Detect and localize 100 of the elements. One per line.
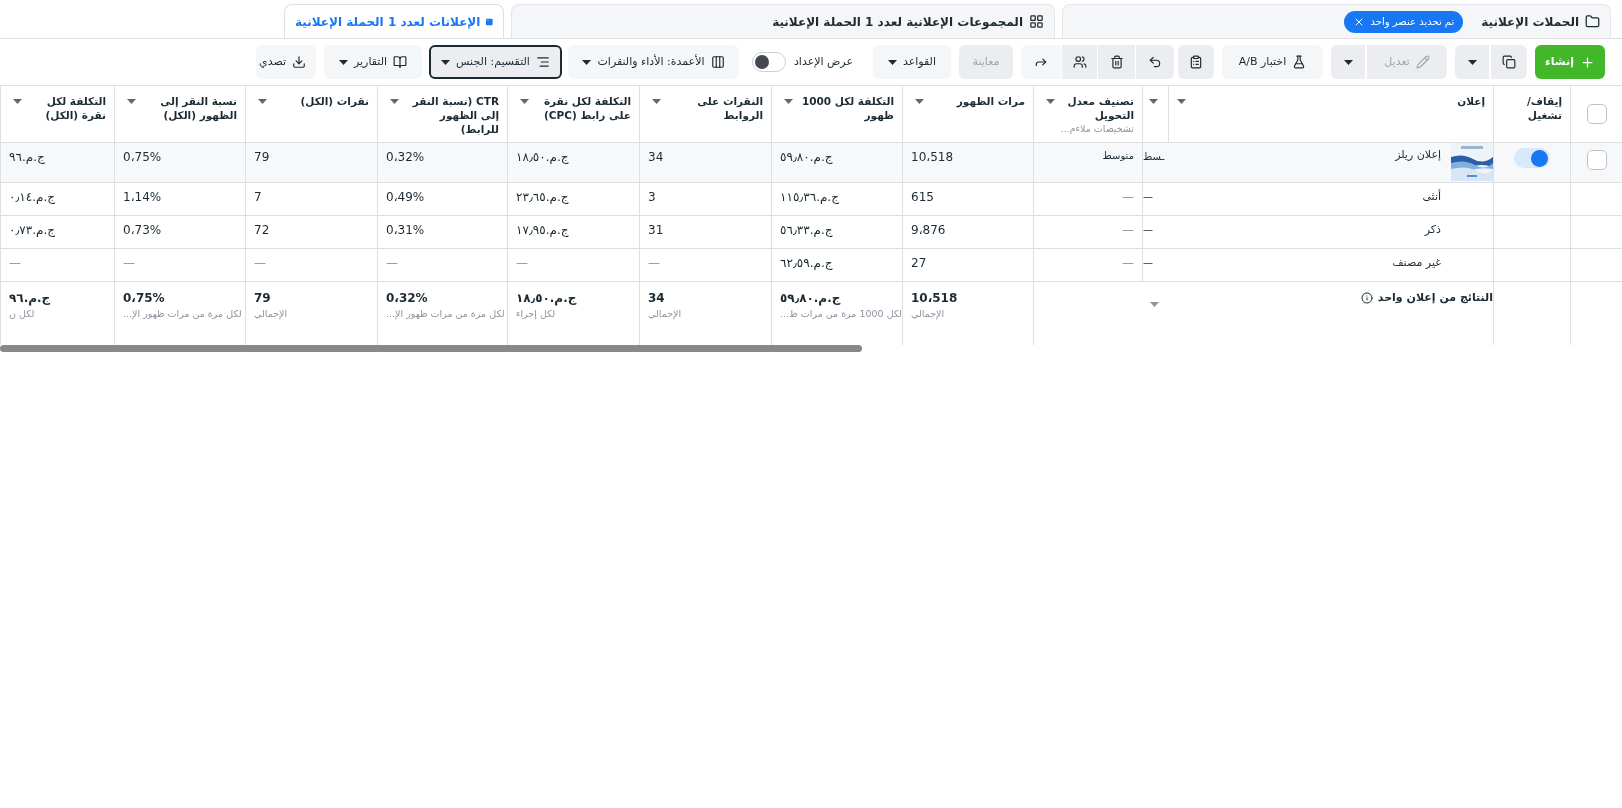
total-value: 0،32% — [386, 290, 428, 307]
totals-label: النتائج من إعلان واحد — [1377, 290, 1493, 306]
column-header[interactable]: نسبة النقر إلى الظهور (الكل) — [140, 94, 237, 122]
column-header[interactable]: إعلان — [1457, 94, 1485, 108]
setup-toggle[interactable] — [751, 52, 786, 72]
export-button[interactable]: تصدي — [256, 45, 316, 79]
status-toggle[interactable] — [1514, 148, 1550, 168]
caret-icon[interactable] — [887, 59, 897, 65]
info-icon[interactable] — [1360, 292, 1373, 305]
total-caption: الإجمالي — [648, 307, 682, 322]
table-cell-text: — — [9, 255, 21, 272]
total-value: 0،75% — [123, 290, 165, 307]
rules-button[interactable]: القواعد — [873, 45, 951, 79]
table-cell-text: 7 — [254, 189, 262, 206]
caret-icon[interactable] — [338, 59, 348, 65]
table-cell-text: 72 — [254, 222, 270, 239]
share-button[interactable] — [1021, 45, 1061, 79]
total-caption: لكل إجراء — [516, 307, 556, 321]
column-header[interactable]: CTR (نسبة النقر إلى الظهور للرابط) — [403, 94, 499, 136]
table-cell-text: 0،73% — [123, 222, 162, 239]
checkbox[interactable] — [1586, 150, 1607, 170]
scrollbar[interactable] — [0, 345, 862, 352]
tab-label: الإعلانات لعدد 1 الحملة الإعلانية — [295, 13, 481, 31]
delete-button[interactable] — [1098, 45, 1135, 79]
trash-icon — [1109, 55, 1124, 69]
column-header[interactable]: التكلفة لكل نقرة على رابط (CPC) — [533, 94, 631, 122]
row-name[interactable]: أنثى — [1422, 189, 1441, 206]
total-value: 79 — [254, 290, 271, 307]
column-header[interactable]: مرات الظهور — [956, 94, 1025, 108]
total-value: 34 — [648, 290, 665, 307]
total-caption: لكل 1000 مرة من مرات ظ... — [780, 307, 902, 321]
undo-button[interactable] — [1136, 45, 1174, 79]
column-header[interactable]: تصنيف معدل التحويل — [1059, 94, 1134, 122]
total-caption: الإجمالي — [254, 307, 288, 322]
download-icon — [292, 55, 306, 69]
row-name[interactable]: إعلان ريلز — [1395, 143, 1441, 164]
columns-button[interactable]: الأعمدة: الأداء والنقرات — [568, 45, 739, 79]
checkbox[interactable] — [1586, 104, 1607, 124]
toggle-label: عرض الإعداد — [793, 53, 853, 70]
table-cell-text: 9،876 — [911, 222, 946, 239]
table-cell-text: ج.م.٠٫٧٣ — [9, 222, 56, 239]
tab[interactable]: الإعلانات لعدد 1 الحملة الإعلانية — [284, 4, 504, 38]
tab-label: المجموعات الإعلانية لعدد 1 الحملة الإعلانية — [772, 13, 1023, 31]
caret-icon[interactable] — [582, 59, 592, 65]
people-button[interactable] — [1062, 45, 1097, 79]
column-header[interactable]: التكلفة لكل 1000 ظهور — [797, 94, 894, 122]
copy-icon — [1502, 55, 1516, 69]
people-icon — [1072, 55, 1087, 69]
tab[interactable]: الحملات الإعلانية تم تحديد عنصر واحد — [1062, 4, 1611, 38]
total-value: ج.م.١٨٫٥٠ — [516, 290, 577, 307]
columns-icon — [710, 55, 725, 69]
table-cell-text: — — [254, 255, 266, 272]
table-cell-text: ج.م.١٧٫٩٥ — [516, 222, 569, 239]
table-cell-text: ج.م.١١٥٫٣٦ — [780, 189, 839, 206]
total-value: ج.م.٥٩٫٨٠ — [780, 290, 841, 307]
total-caption: الإجمالي — [911, 307, 945, 322]
column-header[interactable]: إيقاف/ تشغيل — [1502, 94, 1562, 122]
clipboard-button[interactable] — [1178, 45, 1214, 79]
table-cell-text: 615 — [911, 189, 934, 206]
tab[interactable]: المجموعات الإعلانية لعدد 1 الحملة الإعلانية — [511, 4, 1055, 38]
selection-badge: تم تحديد عنصر واحد — [1343, 10, 1464, 33]
caret-icon[interactable] — [1343, 59, 1353, 65]
row-name[interactable]: غير مصنف — [1392, 255, 1441, 272]
table-cell-text: 31 — [648, 222, 664, 239]
column-header[interactable]: النقرات على الروابط — [665, 94, 763, 122]
table-cell-text: 0،75% — [123, 149, 162, 166]
table-cell-text: 0،31% — [386, 222, 425, 239]
pencil-icon — [1415, 55, 1430, 69]
table-cell-text: ـسط — [1143, 150, 1165, 164]
table-cell-text: ج.م.٢٣٫٦٥ — [516, 189, 569, 206]
table-cell-text: — — [1143, 190, 1153, 204]
row-name[interactable]: ذكر — [1424, 222, 1441, 239]
table-cell-text: — — [1143, 223, 1153, 237]
breakdown-button[interactable]: التقسيم: الجنس — [429, 45, 562, 79]
column-header[interactable]: التكلفة لكل نقرة (الكل) — [26, 94, 106, 122]
undo-icon — [1148, 55, 1162, 69]
share-icon — [1034, 55, 1048, 69]
column-header[interactable]: نقرات (الكل) — [300, 94, 369, 108]
table-cell-text: — — [516, 255, 528, 272]
table-cell-text: 34 — [648, 149, 664, 166]
caret-icon[interactable] — [441, 59, 451, 65]
table-cell-text: — — [1122, 189, 1134, 206]
grid-icon — [1029, 14, 1044, 29]
ab-test-button[interactable]: اختبار A/B — [1222, 45, 1323, 79]
caret-icon[interactable] — [1467, 59, 1477, 65]
flask-icon — [1292, 55, 1307, 69]
reports-icon — [393, 55, 408, 69]
table-cell-text: — — [1122, 255, 1134, 272]
duplicate-button[interactable] — [1491, 45, 1527, 79]
table-cell-text: ج.م.٩٦ — [9, 149, 45, 166]
table-cell-text: 0،32% — [386, 149, 425, 166]
table-cell-text: ج.م.٥٦٫٣٣ — [780, 222, 833, 239]
table-cell-text: — — [386, 255, 398, 272]
table-cell-text: ج.م.٦٢٫٥٩ — [780, 255, 833, 272]
total-caption: لكل مرة من مرات ظهور الإ... — [123, 307, 242, 322]
column-subtitle: تشخيصات ملاءم... — [1059, 122, 1134, 136]
reports-button[interactable]: التقارير — [324, 45, 422, 79]
table-cell-text: — — [1143, 256, 1153, 270]
plus-icon — [1579, 54, 1595, 70]
table-cell-text: 3 — [648, 189, 656, 206]
